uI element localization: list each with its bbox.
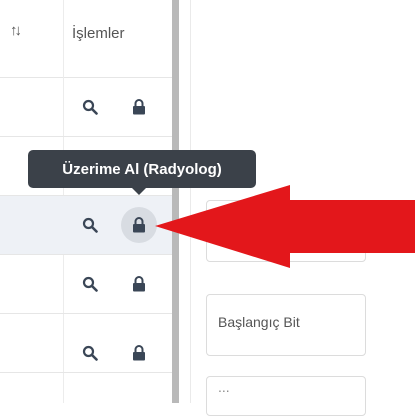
filter-field[interactable] [206, 200, 366, 262]
results-table: ↑↓ İşlemler [0, 0, 172, 403]
search-icon[interactable] [80, 215, 100, 235]
lock-icon[interactable] [129, 215, 149, 235]
table-header: ↑↓ İşlemler [0, 0, 172, 78]
lock-icon[interactable] [129, 274, 149, 294]
actions-column-header: İşlemler [72, 25, 125, 42]
search-icon[interactable] [80, 343, 100, 363]
sort-icon[interactable]: ↑↓ [10, 22, 22, 39]
table-row [0, 255, 172, 314]
table-row-highlighted [0, 196, 172, 255]
filter-field-partial-label: ... [218, 379, 230, 395]
tooltip-text: Üzerime Al (Radyolog) [62, 160, 222, 178]
panel-divider [190, 0, 191, 403]
search-icon[interactable] [80, 97, 100, 117]
search-icon[interactable] [80, 274, 100, 294]
table-row [0, 314, 172, 373]
tooltip: Üzerime Al (Radyolog) [28, 150, 256, 188]
lock-icon[interactable] [129, 343, 149, 363]
vertical-scrollbar[interactable] [172, 0, 179, 403]
lock-icon[interactable] [129, 97, 149, 117]
filter-field-partial[interactable]: ... [206, 376, 366, 416]
tooltip-caret [132, 188, 146, 195]
start-date-field-label: Başlangıç Bit [218, 314, 300, 330]
table-row [0, 78, 172, 137]
start-date-field[interactable]: Başlangıç Bit [206, 294, 366, 356]
